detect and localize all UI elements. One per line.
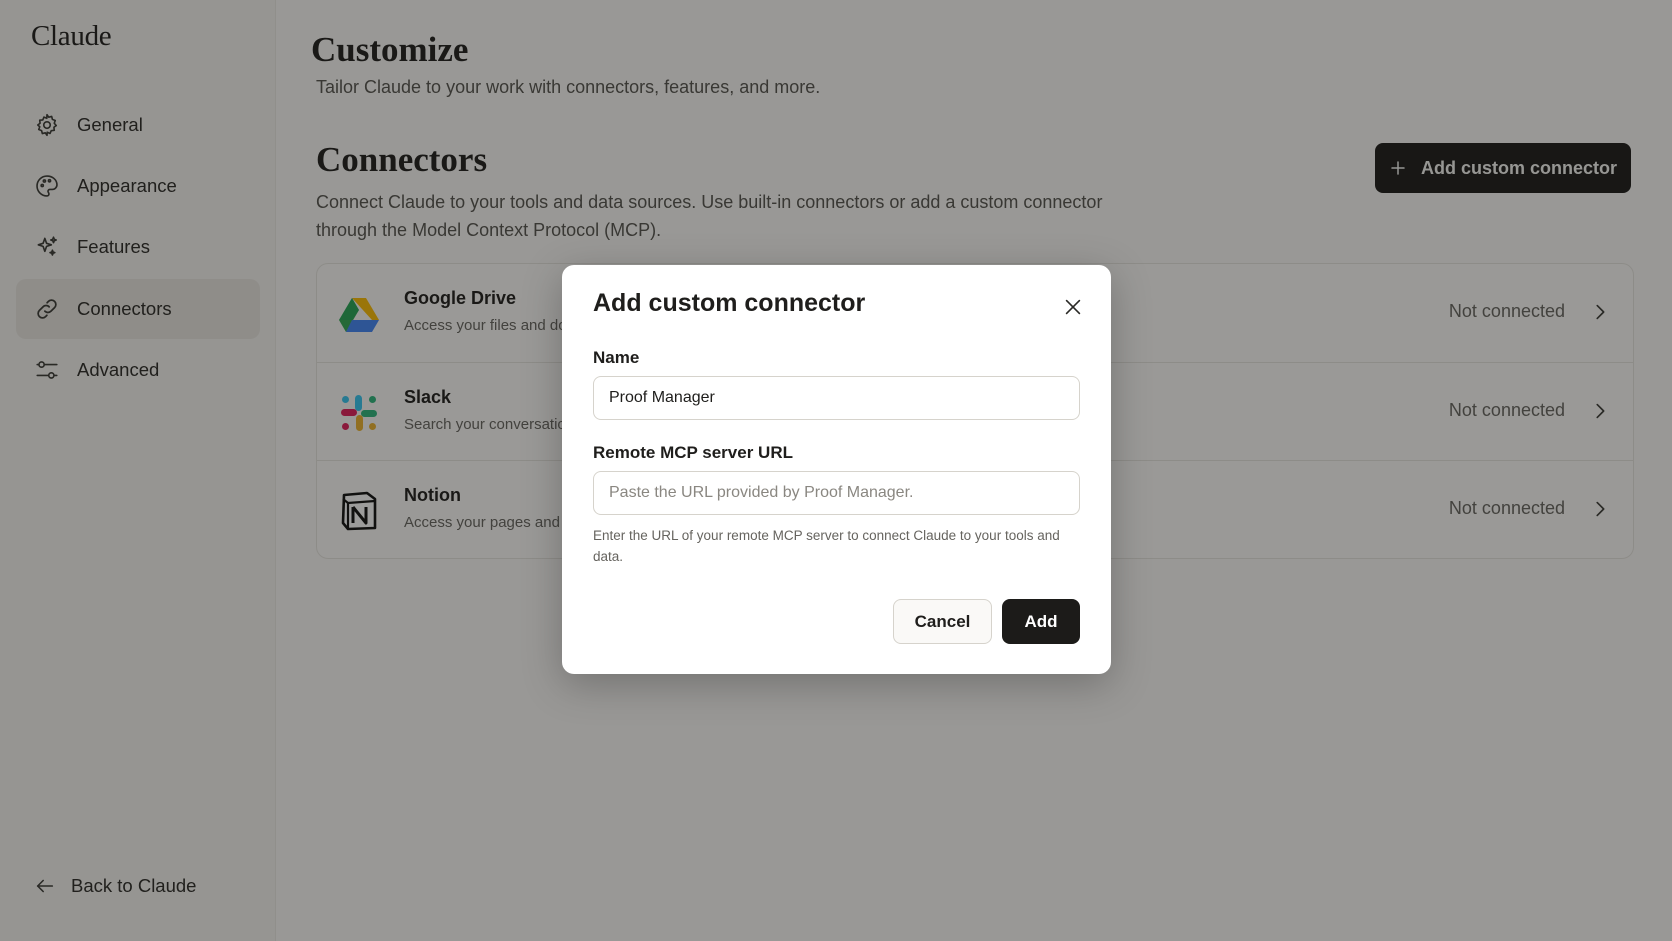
add-connector-dialog: Add custom connector Name Remote MCP ser… (562, 265, 1111, 674)
url-helper-text: Enter the URL of your remote MCP server … (593, 528, 1060, 564)
url-label: Remote MCP server URL (593, 443, 793, 462)
close-icon[interactable] (1059, 293, 1087, 321)
cancel-button[interactable]: Cancel (893, 599, 992, 644)
name-input[interactable] (593, 376, 1080, 420)
url-input[interactable] (593, 471, 1080, 515)
add-button[interactable]: Add (1002, 599, 1080, 644)
dialog-title: Add custom connector (593, 289, 866, 317)
name-label: Name (593, 348, 640, 367)
